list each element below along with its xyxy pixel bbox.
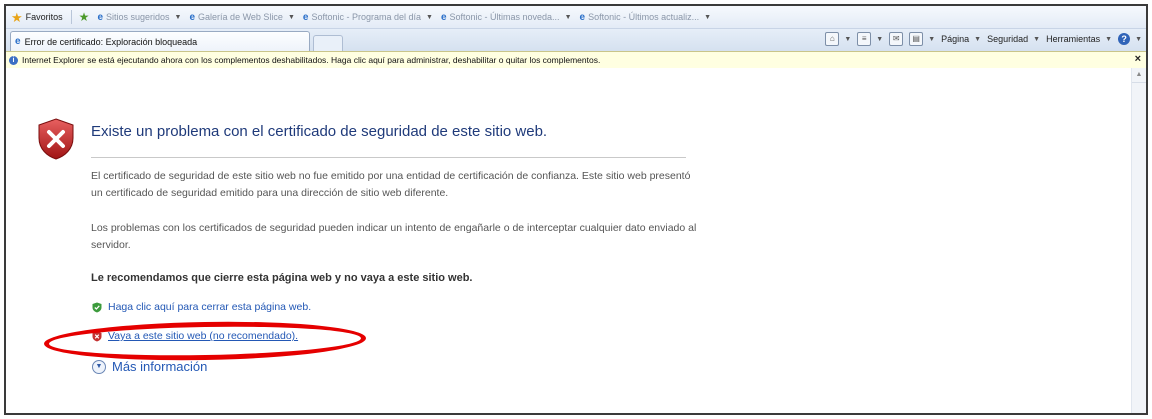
mail-button[interactable]: ✉ (889, 32, 904, 46)
more-information-option[interactable]: ▼ Más información (92, 359, 207, 374)
favorites-button[interactable]: ★ Favoritos (6, 8, 68, 26)
close-page-link[interactable]: Haga clic aquí para cerrar esta página w… (108, 301, 311, 313)
chevron-down-icon: ▼ (1033, 35, 1041, 43)
certificate-explanation: El certificado de seguridad de este siti… (91, 170, 691, 199)
chevron-down-icon: ▼ (1135, 35, 1142, 43)
tab-certificate-error[interactable]: e Error de certificado: Exploración bloq… (10, 31, 310, 51)
fav-item-web-slice-gallery[interactable]: e Galería de Web Slice ▼ (185, 12, 298, 23)
info-bar[interactable]: i Internet Explorer se está ejecutando a… (6, 51, 1146, 69)
fav-item-suggested-sites[interactable]: e Sitios sugeridos ▼ (93, 12, 185, 23)
ie-page-icon: e (579, 11, 586, 23)
ie-page-icon: e (97, 11, 103, 23)
info-bar-text: Internet Explorer se está ejecutando aho… (22, 55, 601, 65)
feeds-icon: ≡ (857, 32, 872, 46)
tab-title: Error de certificado: Exploración bloque… (24, 36, 198, 47)
page-content: Existe un problema con el certificado de… (6, 68, 1146, 413)
page-menu-label: Página (941, 34, 970, 44)
favorites-label: Favoritos (25, 12, 63, 22)
ie-page-icon: e (440, 11, 447, 23)
ie-page-icon: e (302, 11, 309, 23)
chevron-down-icon: ▼ (974, 35, 982, 43)
favorites-bar: ★ Favoritos ★ e Sitios sugeridos ▼ e Gal… (6, 6, 1146, 29)
browser-window: ★ Favoritos ★ e Sitios sugeridos ▼ e Gal… (4, 4, 1148, 415)
fav-item-label: Galería de Web Slice (198, 12, 283, 22)
divider (91, 157, 686, 158)
fav-item-label: Softonic - Últimos actualiz... (588, 12, 700, 22)
home-button[interactable]: ⌂ ▼ (825, 32, 851, 46)
chevron-down-icon: ▼ (287, 13, 295, 21)
info-icon: i (9, 55, 18, 65)
home-icon: ⌂ (825, 32, 840, 46)
chevron-down-icon: ▼ (928, 35, 936, 43)
red-highlight-oval (43, 319, 367, 363)
chevron-down-icon: ▼ (844, 35, 852, 43)
scroll-up-arrow-icon[interactable]: ▲ (1132, 68, 1146, 83)
help-menu[interactable]: ? ▼ (1118, 33, 1142, 45)
close-page-option: Haga clic aquí para cerrar esta página w… (92, 301, 311, 313)
fav-item-softonic-news[interactable]: e Softonic - Últimas noveda... ▼ (437, 12, 576, 23)
fav-item-label: Softonic - Programa del día (311, 12, 421, 22)
more-information-label: Más información (112, 359, 208, 374)
chevron-down-icon: ▼ (876, 35, 884, 43)
feeds-button[interactable]: ≡ ▼ (857, 32, 883, 46)
print-button[interactable]: ▤ ▼ (909, 32, 935, 46)
risk-explanation: Los problemas con los certificados de se… (91, 222, 697, 251)
green-shield-check-icon (92, 302, 102, 312)
separator (70, 10, 72, 24)
fav-item-label: Sitios sugeridos (106, 12, 170, 22)
chevron-down-icon: ▼ (704, 13, 712, 21)
page-menu[interactable]: Página ▼ (941, 34, 981, 44)
error-shield-icon (38, 118, 74, 160)
security-menu-label: Seguridad (987, 34, 1029, 44)
add-favorite-icon[interactable]: ★ (75, 10, 94, 24)
recommendation-text: Le recomendamos que cierre esta página w… (91, 272, 473, 284)
help-icon: ? (1118, 33, 1131, 45)
ie-page-icon: e (189, 11, 196, 23)
tools-menu[interactable]: Herramientas ▼ (1046, 34, 1112, 44)
favorites-star-icon: ★ (11, 9, 23, 25)
ie-page-icon: e (15, 36, 21, 47)
mail-icon: ✉ (889, 32, 904, 46)
chevron-down-icon: ▼ (564, 13, 572, 21)
security-menu[interactable]: Seguridad ▼ (987, 34, 1040, 44)
tools-menu-label: Herramientas (1046, 34, 1101, 44)
print-icon: ▤ (909, 32, 924, 46)
chevron-down-icon: ▼ (1105, 35, 1113, 43)
expand-chevron-icon: ▼ (92, 359, 106, 374)
close-icon[interactable]: × (1135, 53, 1141, 65)
fav-item-softonic-updates[interactable]: e Softonic - Últimos actualiz... ▼ (576, 12, 716, 23)
fav-item-softonic-program[interactable]: e Softonic - Programa del día ▼ (299, 12, 437, 23)
chevron-down-icon: ▼ (174, 13, 182, 21)
fav-item-label: Softonic - Últimas noveda... (449, 12, 560, 22)
chevron-down-icon: ▼ (426, 13, 433, 21)
page-title: Existe un problema con el certificado de… (91, 123, 548, 140)
command-bar: ⌂ ▼ ≡ ▼ ✉ ▤ ▼ Página ▼ Seguridad ▼ Herra… (825, 32, 1142, 46)
new-tab-button[interactable] (313, 35, 343, 51)
vertical-scrollbar[interactable]: ▲ (1131, 68, 1146, 413)
